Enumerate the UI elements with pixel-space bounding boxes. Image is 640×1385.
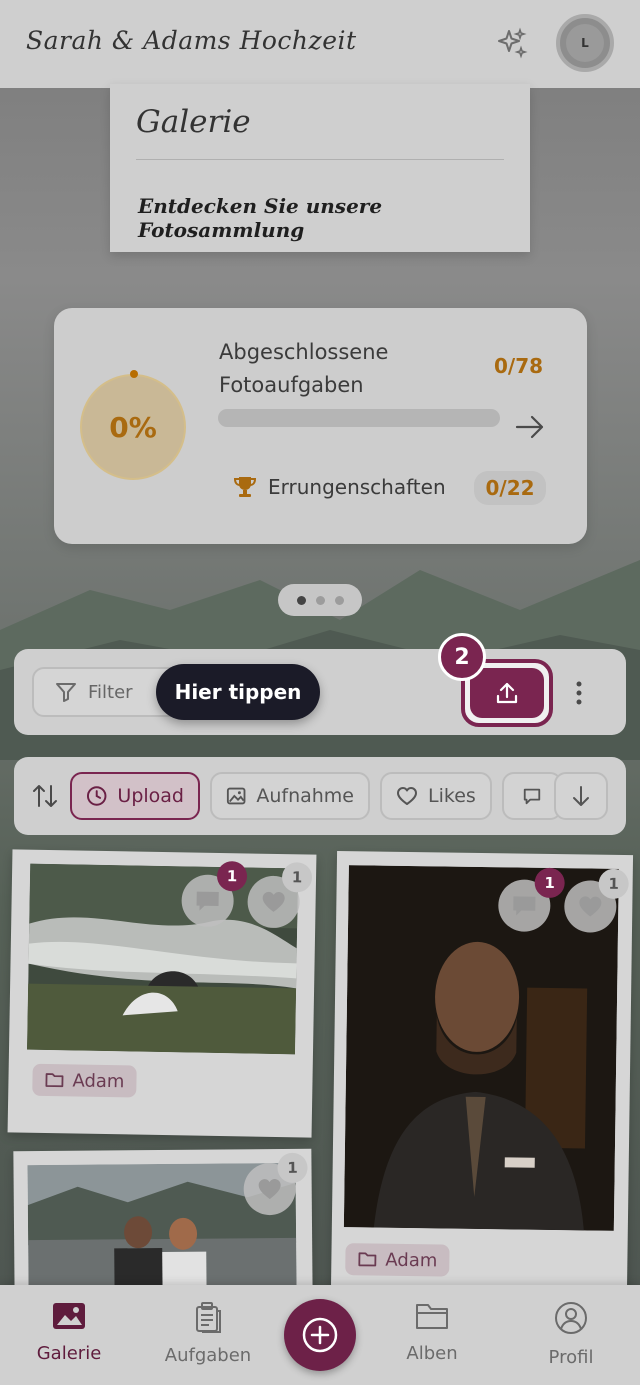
album-name: Adam (385, 1249, 438, 1271)
folder-icon (45, 1073, 64, 1088)
folder-icon (416, 1304, 448, 1329)
arrow-right-icon[interactable] (515, 414, 545, 440)
avatar[interactable]: L (556, 14, 614, 72)
like-count: 1 (598, 868, 629, 900)
nav-label: Aufgaben (164, 1345, 252, 1366)
tasks-label: Abgeschlossene Fotoaufgaben (219, 340, 389, 397)
nav-item-galerie[interactable]: Galerie (14, 1301, 124, 1364)
clock-icon (86, 786, 107, 806)
trophy-icon (233, 477, 257, 497)
divider (136, 159, 504, 160)
nav-label: Galerie (36, 1343, 102, 1364)
heart-icon (258, 1179, 281, 1200)
upload-button[interactable] (470, 668, 544, 718)
hint-tooltip: Hier tippen (156, 664, 320, 720)
sort-chip-aufnahme[interactable]: Aufnahme (210, 772, 370, 820)
heart-icon (579, 896, 602, 917)
achievements-label: Errungenschaften (268, 475, 446, 499)
step-badge: 2 (438, 633, 486, 681)
progress-indicator-dot (130, 370, 138, 378)
carousel-pager[interactable] (278, 584, 362, 616)
album-chip[interactable]: Adam (345, 1243, 450, 1277)
upload-icon (496, 682, 518, 704)
nav-item-alben[interactable]: Alben (377, 1301, 487, 1364)
like-count: 1 (277, 1152, 308, 1183)
sort-chip-upload[interactable]: Upload (70, 772, 200, 820)
nav-item-aufgaben[interactable]: Aufgaben (153, 1301, 263, 1366)
more-vertical-icon[interactable] (570, 679, 588, 707)
nav-item-profil[interactable]: Profil (516, 1301, 626, 1368)
profile-icon (555, 1302, 587, 1334)
filter-label: Filter (88, 681, 133, 703)
photo-card[interactable]: 1 1 Adam (7, 849, 317, 1138)
add-photo-button[interactable] (284, 1299, 356, 1371)
plus-circle-icon (302, 1317, 338, 1353)
photo-card[interactable]: 1 (13, 1148, 313, 1302)
sort-chip-likes[interactable]: Likes (380, 772, 492, 820)
heart-icon (262, 891, 285, 912)
pager-dot[interactable] (315, 595, 325, 605)
image-icon (226, 787, 246, 805)
progress-ring: 0% (80, 370, 186, 480)
bottom-navigation: Galerie Aufgaben Alben Profil (0, 1285, 640, 1385)
gallery-icon (53, 1303, 85, 1329)
page-subtitle: Entdecken Sie unsere Fotosammlung (138, 194, 383, 242)
progress-percent: 0% (109, 410, 157, 444)
sort-chip-label: Likes (428, 785, 476, 807)
sort-toolbar: Upload Aufnahme Likes (14, 757, 626, 835)
heart-icon (397, 787, 417, 805)
sort-chip-label: Upload (117, 785, 184, 807)
album-chip[interactable]: Adam (32, 1063, 137, 1098)
pager-dot[interactable] (296, 595, 306, 605)
folder-icon (358, 1252, 377, 1267)
album-name: Adam (72, 1069, 125, 1092)
like-count: 1 (281, 862, 313, 893)
clipboard-icon (196, 1302, 221, 1333)
app-title: Sarah & Adams Hochzeit (26, 26, 357, 55)
photo-card[interactable]: 1 1 Adam (330, 850, 634, 1296)
comment-icon (196, 891, 219, 911)
arrow-down-icon (573, 786, 589, 806)
sort-icon[interactable] (32, 782, 58, 810)
sort-direction-button[interactable] (554, 772, 608, 820)
pager-dot[interactable] (334, 595, 344, 605)
task-progress-card[interactable]: 0% Abgeschlossene Fotoaufgaben 0/78 Erru… (54, 308, 587, 544)
nav-label: Profil (548, 1347, 594, 1368)
filter-toolbar: Filter Hier tippen 2 (14, 633, 626, 735)
tasks-progress-bar (218, 409, 500, 427)
achievements-count: 0/22 (474, 471, 546, 505)
nav-label: Alben (406, 1343, 458, 1364)
comment-icon (513, 896, 536, 916)
page-title: Galerie (136, 104, 251, 140)
sparkle-icon[interactable] (496, 27, 528, 59)
sort-chip-comments[interactable] (502, 772, 562, 820)
avatar-initial: L (566, 24, 604, 62)
filter-icon (56, 683, 76, 702)
comment-icon (523, 788, 541, 805)
app-header: Sarah & Adams Hochzeit L (0, 0, 640, 88)
sort-chip-label: Aufnahme (256, 785, 354, 807)
tasks-count: 0/78 (494, 354, 544, 378)
gallery-header-card: Galerie Entdecken Sie unsere Fotosammlun… (110, 84, 530, 252)
